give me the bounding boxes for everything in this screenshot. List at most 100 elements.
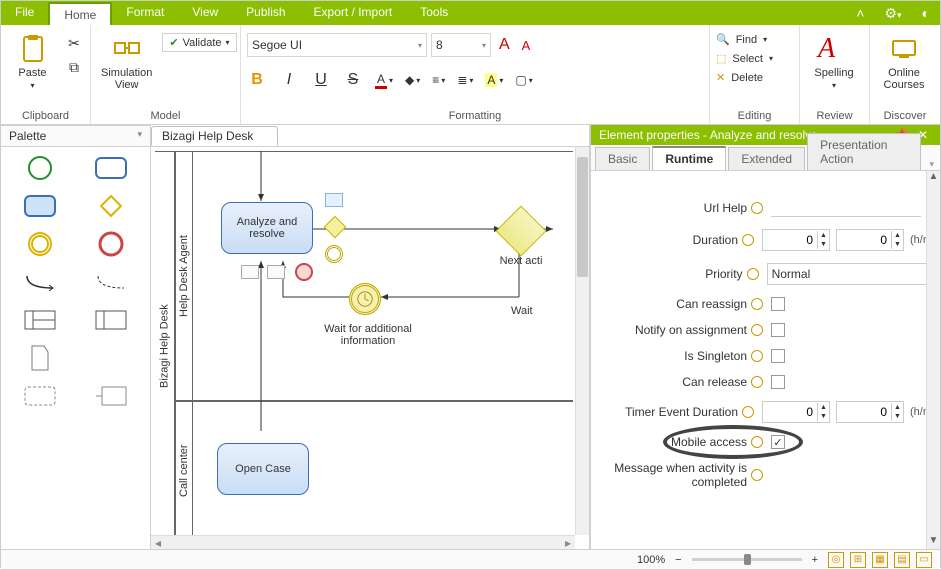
palette-start-event[interactable]: [23, 155, 57, 181]
online-courses-button[interactable]: Online Courses: [876, 29, 932, 95]
discover-group-label: Discover: [876, 108, 934, 122]
canvas-hscrollbar[interactable]: ◂▸: [151, 535, 575, 549]
simulation-view-button[interactable]: Simulation View: [97, 29, 156, 95]
mobile-access-checkbox[interactable]: [771, 435, 785, 449]
zoom-minus[interactable]: −: [671, 554, 685, 566]
settings-gear-icon[interactable]: ⚙▾: [874, 1, 911, 25]
italic-button[interactable]: I: [279, 71, 299, 89]
lane1-label[interactable]: Help Desk Agent: [175, 151, 193, 401]
timer-help-icon[interactable]: [742, 406, 754, 418]
context-attach-1-icon[interactable]: [241, 265, 259, 279]
zoom-slider[interactable]: [692, 558, 802, 561]
palette-sequence-flow[interactable]: [23, 269, 57, 295]
shrink-font-icon[interactable]: A: [518, 38, 535, 53]
notify-checkbox[interactable]: [771, 323, 785, 337]
gateway-next-label: Next acti: [491, 255, 551, 267]
context-attach-2-icon[interactable]: [267, 265, 285, 279]
props-vscrollbar[interactable]: ▲ ▼: [926, 171, 940, 549]
paste-button[interactable]: Paste ▾: [7, 29, 58, 94]
copy-icon[interactable]: ⧉: [64, 57, 84, 77]
bold-button[interactable]: B: [247, 71, 267, 89]
timer-minutes-stepper[interactable]: ▲▼: [836, 401, 904, 423]
palette-gateway[interactable]: [94, 193, 128, 219]
highlight-button[interactable]: A▾: [485, 73, 503, 87]
collapse-ribbon-icon[interactable]: ˄: [846, 1, 874, 25]
align-button[interactable]: ≣▾: [457, 73, 473, 87]
font-family-select[interactable]: Segoe UI▾: [247, 33, 427, 57]
canvas-vscrollbar[interactable]: [575, 147, 589, 535]
singleton-help-icon[interactable]: [751, 350, 763, 362]
tab-view[interactable]: View: [178, 1, 232, 25]
view-grid-icon[interactable]: ▦: [872, 552, 888, 568]
find-button[interactable]: 🔍Find▾: [716, 31, 767, 48]
props-tab-runtime[interactable]: Runtime: [652, 146, 726, 170]
duration-help-icon[interactable]: [742, 234, 754, 246]
palette-pool[interactable]: [23, 307, 57, 333]
pool-label[interactable]: Bizagi Help Desk: [155, 151, 175, 541]
palette-message-flow[interactable]: [94, 269, 128, 295]
props-tab-presentation[interactable]: Presentation Action: [807, 133, 921, 170]
context-intermediate-icon[interactable]: [325, 245, 343, 263]
underline-button[interactable]: U: [311, 71, 331, 89]
palette-subprocess[interactable]: [23, 193, 57, 219]
task-open-case[interactable]: Open Case: [217, 443, 309, 495]
priority-select[interactable]: Normal: [767, 263, 932, 285]
palette-group[interactable]: [23, 383, 57, 409]
fit-page-icon[interactable]: ◎: [828, 552, 844, 568]
palette-intermediate-event[interactable]: [23, 231, 57, 257]
shadow-button[interactable]: ▢▾: [515, 73, 532, 87]
can-release-checkbox[interactable]: [771, 375, 785, 389]
validate-button[interactable]: ✔Validate▾: [162, 33, 236, 52]
document-tab[interactable]: Bizagi Help Desk: [151, 126, 278, 146]
can-reassign-help-icon[interactable]: [751, 298, 763, 310]
can-reassign-checkbox[interactable]: [771, 297, 785, 311]
lane2-label[interactable]: Call center: [175, 401, 193, 541]
select-button[interactable]: ⬚Select▾: [716, 50, 773, 67]
spelling-button[interactable]: A Spelling ▾: [806, 29, 862, 94]
palette-data-store[interactable]: [94, 345, 128, 371]
zoom-plus[interactable]: +: [808, 554, 822, 566]
cut-icon[interactable]: ✂: [64, 33, 84, 53]
timer-event-wait[interactable]: [349, 283, 381, 315]
view-list-icon[interactable]: ▤: [894, 552, 910, 568]
props-tab-basic[interactable]: Basic: [595, 147, 650, 170]
tab-format[interactable]: Format: [112, 1, 178, 25]
tab-file[interactable]: File: [1, 1, 48, 25]
completed-help-icon[interactable]: [751, 469, 763, 481]
context-task-icon[interactable]: [325, 193, 343, 207]
fill-color-button[interactable]: ◆▾: [405, 73, 420, 87]
diagram-canvas[interactable]: Bizagi Help Desk Help Desk Agent Call ce…: [151, 147, 589, 549]
url-help-field[interactable]: [771, 199, 921, 217]
palette-task[interactable]: [94, 155, 128, 181]
tab-tools[interactable]: Tools: [406, 1, 462, 25]
line-style-button[interactable]: ≡▾: [432, 73, 445, 87]
url-help-help-icon[interactable]: [751, 202, 763, 214]
font-color-button[interactable]: A▾: [375, 72, 393, 89]
font-size-select[interactable]: 8▾: [431, 33, 491, 57]
notify-help-icon[interactable]: [751, 324, 763, 336]
fit-width-icon[interactable]: ⊞: [850, 552, 866, 568]
timer-hours-stepper[interactable]: ▲▼: [762, 401, 830, 423]
strike-button[interactable]: S: [343, 71, 363, 89]
priority-help-icon[interactable]: [747, 268, 759, 280]
help-bulb-icon[interactable]: ◐: [912, 1, 940, 25]
tab-home[interactable]: Home: [48, 2, 112, 25]
duration-hours-stepper[interactable]: ▲▼: [762, 229, 830, 251]
context-end-icon[interactable]: [295, 263, 313, 281]
palette-data-object[interactable]: [23, 345, 57, 371]
singleton-checkbox[interactable]: [771, 349, 785, 363]
duration-minutes-stepper[interactable]: ▲▼: [836, 229, 904, 251]
mobile-help-icon[interactable]: [751, 436, 763, 448]
view-detail-icon[interactable]: ▭: [916, 552, 932, 568]
grow-font-icon[interactable]: A: [495, 36, 514, 54]
delete-button[interactable]: ✕Delete: [716, 69, 763, 86]
can-release-help-icon[interactable]: [751, 376, 763, 388]
palette-end-event[interactable]: [94, 231, 128, 257]
props-tab-extended[interactable]: Extended: [728, 147, 805, 170]
task-analyze-resolve[interactable]: Analyze and resolve: [221, 202, 313, 254]
palette-lane[interactable]: [94, 307, 128, 333]
palette-annotation[interactable]: [94, 383, 128, 409]
tab-publish[interactable]: Publish: [232, 1, 299, 25]
mobile-access-label: Mobile access: [591, 435, 751, 449]
tab-export-import[interactable]: Export / Import: [300, 1, 407, 25]
